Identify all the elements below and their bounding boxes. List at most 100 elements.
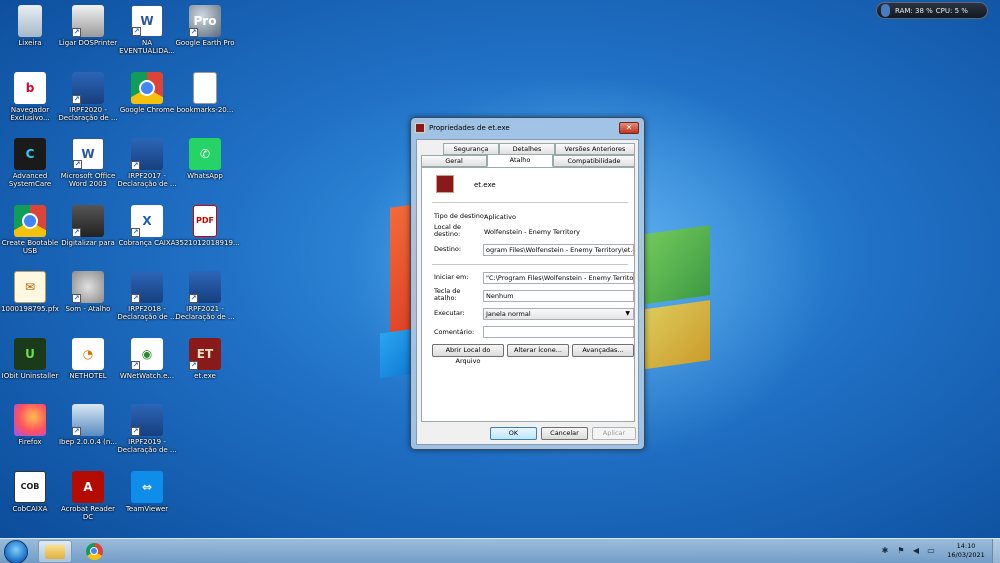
desktop-icon-label: Cobrança CAIXA [118, 238, 176, 247]
desktop-icon-label: IRPF2017 - Declaração de ... [117, 172, 177, 188]
iobit-icon: U [14, 337, 46, 370]
iniciar-em-field[interactable]: "C:\Program Files\Wolfenstein - Enemy Te… [483, 272, 634, 284]
avancadas-button[interactable]: Avançadas... [572, 344, 634, 357]
desktop-icon[interactable]: U IObit Uninstaller [0, 336, 60, 398]
alterar-icone-button[interactable]: Alterar Ícone... [507, 344, 569, 357]
volume-icon[interactable]: ◀ [911, 546, 921, 556]
desktop-icon[interactable]: COB CobCAIXA [0, 469, 60, 531]
irpf-icon: ↗ [72, 71, 104, 104]
desktop-icon[interactable]: X ↗ Cobrança CAIXA [117, 203, 177, 265]
desktop-icon-label: IRPF2019 - Declaração de ... [117, 438, 177, 454]
desktop-icon[interactable]: PDF 3521012018919... [175, 203, 240, 265]
desktop-icon[interactable]: ↗ Digitalizar para [58, 203, 118, 265]
tipo-destino-label: Tipo de destino: [434, 212, 487, 220]
desktop-icon[interactable]: ↗ Ligar DOSPrinter [58, 3, 118, 65]
taskbar-chrome[interactable] [77, 540, 111, 563]
irpf-icon: ↗ [131, 138, 163, 170]
desktop-icon[interactable]: W ↗ Microsoft Office Word 2003 [58, 136, 118, 198]
desktop-icon-label: Ligar DOSPrinter [58, 39, 118, 47]
desktop-icon[interactable]: W ↗ NA EVENTUALIDA... [117, 3, 177, 65]
desktop-icon[interactable]: ✆ WhatsApp [175, 136, 235, 198]
desktop-icon-label: TeamViewer [125, 504, 169, 513]
comentario-field[interactable] [483, 326, 634, 338]
caixa-icon: X ↗ [131, 204, 163, 237]
destino-label: Destino: [434, 245, 462, 253]
iniciar-em-label: Iniciar em: [434, 273, 469, 281]
desktop-icon[interactable]: bookmarks-20... [175, 70, 235, 132]
desktop-icon[interactable]: ↗ Ibep 2.0.0.4 (n... [58, 402, 118, 464]
desktop-icon[interactable]: ⇔ TeamViewer [117, 469, 177, 531]
desktop-icon-label: WhatsApp [187, 172, 223, 180]
advanced-systemcare-icon: C [14, 138, 46, 170]
tab-compatibilidade[interactable]: Compatibilidade [553, 155, 635, 167]
tecla-atalho-label: Tecla de atalho: [434, 287, 461, 302]
abrir-local-button[interactable]: Abrir Local do Arquivo [432, 344, 504, 365]
shortcut-arrow-icon: ↗ [131, 161, 140, 170]
tecla-atalho-field[interactable]: Nenhum [483, 290, 634, 302]
windows-logo-yellow-pane [640, 300, 710, 370]
desktop-icon[interactable]: Lixeira [0, 3, 60, 65]
apply-button[interactable]: Aplicar [592, 427, 636, 440]
desktop-icon-label: Google Chrome [119, 105, 175, 114]
desktop-icon[interactable]: ↗ IRPF2017 - Declaração de ... [117, 136, 177, 198]
cancel-button[interactable]: Cancelar [541, 427, 588, 440]
dialog-titlebar[interactable]: Propriedades de et.exe [411, 118, 644, 138]
show-desktop-button[interactable] [992, 539, 1000, 563]
desktop-icon-label: IRPF2021 - Declaração de ... [175, 305, 235, 321]
file-icon [193, 71, 217, 104]
desktop-icon-label: IRPF2018 - Declaração de ... [117, 305, 177, 321]
desktop-icon[interactable]: Create Bootable USB [0, 203, 60, 265]
local-destino-label: Local de destino: [434, 223, 462, 238]
desktop-icon[interactable]: ◔ NETHOTEL [58, 336, 118, 398]
desktop-icon-label: Som - Atalho [65, 305, 111, 313]
tab-geral[interactable]: Geral [421, 155, 487, 167]
ram-usage: RAM: 38 % [895, 6, 933, 15]
desktop-icon[interactable]: Pro ↗ Google Earth Pro [175, 3, 235, 65]
desktop-icon[interactable]: ↗ IRPF2018 - Declaração de ... [117, 269, 177, 331]
properties-dialog: Propriedades de et.exe ✕ Segurança Detal… [410, 117, 645, 450]
desktop-icon[interactable]: ↗ Som - Atalho [58, 269, 118, 331]
desktop-icon[interactable]: b Navegador Exclusivo... [0, 70, 60, 132]
desktop-icon[interactable]: ◉ ↗ WNetWatch.e... [117, 336, 177, 398]
clock[interactable]: 14:10 16/03/2021 [944, 542, 988, 560]
windows-logo-green-pane [640, 225, 710, 305]
speaker-icon: ↗ [72, 271, 104, 303]
desktop-icon-label: CobCAIXA [12, 504, 48, 513]
bradesco-icon: b [14, 71, 46, 104]
ok-button[interactable]: OK [490, 427, 537, 440]
eye-icon: ◉ ↗ [131, 337, 163, 370]
system-monitor-widget[interactable]: RAM: 38 % CPU: 5 % [876, 2, 988, 19]
network-tray-icon[interactable]: ✱ [880, 546, 890, 556]
shortcut-arrow-icon: ↗ [131, 427, 140, 436]
desktop-icon[interactable]: A Acrobat Reader DC [58, 469, 118, 531]
start-button[interactable] [4, 540, 28, 563]
desktop-icon-label: Advanced SystemCare [8, 172, 52, 188]
executar-select[interactable]: Janela normal ▼ [483, 308, 634, 320]
shortcut-arrow-icon: ↗ [131, 294, 140, 303]
action-center-icon[interactable]: ⚑ [896, 546, 906, 556]
desktop-icon[interactable]: ↗ IRPF2019 - Declaração de ... [117, 402, 177, 464]
desktop-icon-label: et.exe [194, 371, 216, 380]
desktop-icon[interactable]: C Advanced SystemCare [0, 136, 60, 198]
desktop-icon-label: Google Earth Pro [175, 39, 235, 47]
tab-atalho[interactable]: Atalho [487, 154, 553, 167]
desktop-icon[interactable]: ↗ IRPF2021 - Declaração de ... [175, 269, 235, 331]
desktop-icon-label: bookmarks-20... [176, 105, 234, 114]
shortcut-arrow-icon: ↗ [72, 28, 81, 37]
close-button[interactable]: ✕ [619, 122, 639, 134]
desktop-icon[interactable]: ✉ 1000198795.pfx [0, 269, 60, 331]
desktop-icon[interactable]: ET ↗ et.exe [175, 336, 235, 398]
chrome-icon [85, 543, 103, 560]
destino-field[interactable]: ogram Files\Wolfenstein - Enemy Territor… [483, 244, 634, 256]
tab-versoes-anteriores[interactable]: Versões Anteriores [555, 143, 635, 155]
recycle-bin-icon [18, 5, 42, 37]
power-icon[interactable]: ▭ [926, 546, 936, 556]
desktop-icon[interactable]: Firefox [0, 402, 60, 464]
microphone-icon [881, 4, 890, 17]
desktop-icon[interactable]: ↗ IRPF2020 - Declaração de ... [58, 70, 118, 132]
desktop-icon[interactable]: Google Chrome [117, 70, 177, 132]
desktop-icon-label: Lixeira [18, 39, 42, 47]
separator [432, 202, 628, 203]
desktop-icon-label: NETHOTEL [69, 371, 107, 380]
taskbar-explorer[interactable] [38, 540, 72, 563]
